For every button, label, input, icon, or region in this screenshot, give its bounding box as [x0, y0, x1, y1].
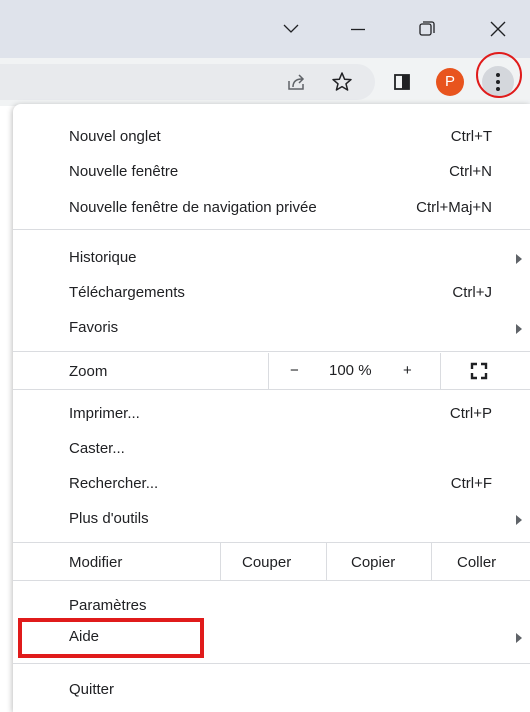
paste-button[interactable]: Coller: [457, 554, 496, 571]
menu-item-label: Caster...: [69, 440, 125, 457]
zoom-divider: [268, 353, 269, 389]
menu-separator: [13, 389, 530, 390]
profile-avatar[interactable]: P: [436, 68, 464, 96]
menu-item-shortcut: Ctrl+Maj+N: [416, 199, 492, 216]
menu-item-history[interactable]: Historique: [13, 240, 530, 274]
fullscreen-icon[interactable]: [470, 362, 488, 380]
edit-label: Modifier: [69, 554, 123, 571]
submenu-arrow-icon: [516, 515, 522, 525]
menu-item-label: Nouvelle fenêtre de navigation privée: [69, 199, 317, 216]
side-panel-icon[interactable]: [388, 68, 416, 96]
bookmark-star-icon[interactable]: [328, 68, 356, 96]
menu-item-downloads[interactable]: Téléchargements Ctrl+J: [13, 275, 530, 309]
menu-separator: [13, 663, 530, 664]
menu-separator: [13, 580, 530, 581]
menu-separator: [13, 229, 530, 230]
menu-item-label: Rechercher...: [69, 475, 159, 492]
chevron-down-icon[interactable]: [276, 14, 306, 44]
menu-item-settings[interactable]: Paramètres: [13, 588, 530, 622]
menu-item-print[interactable]: Imprimer... Ctrl+P: [13, 396, 530, 430]
close-icon[interactable]: [483, 14, 513, 44]
copy-button[interactable]: Copier: [351, 554, 395, 571]
minimize-icon[interactable]: [343, 14, 373, 44]
menu-item-bookmarks[interactable]: Favoris: [13, 310, 530, 344]
cut-button[interactable]: Couper: [242, 554, 291, 571]
menu-item-new-tab[interactable]: Nouvel onglet Ctrl+T: [13, 119, 530, 153]
menu-item-more-tools[interactable]: Plus d'outils: [13, 501, 530, 535]
menu-item-shortcut: Ctrl+J: [452, 284, 492, 301]
zoom-label: Zoom: [69, 363, 108, 380]
menu-item-label: Nouvel onglet: [69, 128, 161, 145]
menu-item-new-window[interactable]: Nouvelle fenêtre Ctrl+N: [13, 154, 530, 188]
menu-item-cast[interactable]: Caster...: [13, 431, 530, 465]
menu-row-zoom: Zoom − 100 % +: [13, 353, 530, 389]
submenu-arrow-icon: [516, 633, 522, 643]
menu-item-label: Plus d'outils: [69, 510, 149, 527]
restore-icon[interactable]: [412, 14, 442, 44]
annotation-highlight-box: [18, 618, 204, 658]
browser-toolbar: P: [0, 58, 530, 106]
menu-row-edit: Modifier Couper Copier Coller: [13, 543, 530, 580]
submenu-arrow-icon: [516, 324, 522, 334]
edit-divider: [326, 543, 327, 580]
address-bar[interactable]: [0, 64, 375, 100]
menu-item-label: Quitter: [69, 681, 115, 698]
menu-separator: [13, 351, 530, 352]
menu-item-label: Téléchargements: [69, 284, 185, 301]
menu-item-label: Imprimer...: [69, 405, 140, 422]
menu-item-find[interactable]: Rechercher... Ctrl+F: [13, 466, 530, 500]
menu-item-shortcut: Ctrl+T: [450, 128, 492, 145]
zoom-out-button[interactable]: −: [290, 362, 299, 379]
menu-item-quit[interactable]: Quitter: [13, 672, 530, 706]
menu-item-label: Historique: [69, 249, 137, 266]
menu-item-shortcut: Ctrl+F: [450, 475, 492, 492]
menu-item-label: Favoris: [69, 319, 119, 336]
menu-item-label: Nouvelle fenêtre: [69, 163, 179, 180]
menu-item-shortcut: Ctrl+P: [449, 405, 492, 422]
zoom-in-button[interactable]: +: [403, 362, 412, 379]
menu-item-shortcut: Ctrl+N: [449, 163, 492, 180]
zoom-level-value: 100 %: [329, 362, 372, 379]
menu-item-label: Paramètres: [69, 597, 147, 614]
zoom-divider: [440, 353, 441, 389]
menu-item-new-incognito-window[interactable]: Nouvelle fenêtre de navigation privée Ct…: [13, 190, 530, 224]
edit-divider: [220, 543, 221, 580]
share-icon[interactable]: [282, 68, 310, 96]
annotation-circle: [476, 52, 522, 98]
submenu-arrow-icon: [516, 254, 522, 264]
edit-divider: [431, 543, 432, 580]
window-titlebar: [0, 0, 530, 58]
